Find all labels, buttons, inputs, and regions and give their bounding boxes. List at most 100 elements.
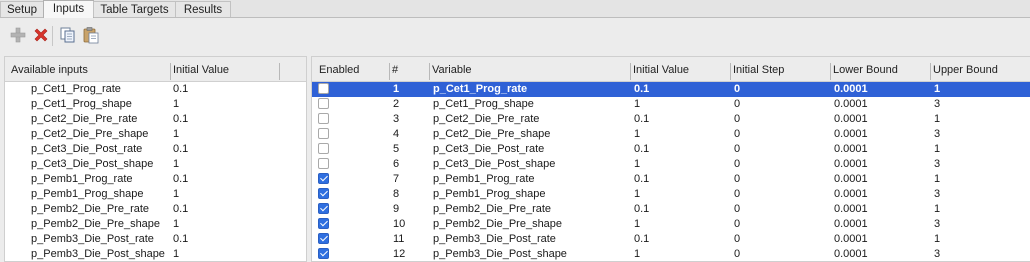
table-row[interactable]: 6 p_Cet3_Die_Post_shape 1 0 0.0001 3 — [312, 157, 1030, 172]
header-lower-bound[interactable]: Lower Bound — [830, 63, 931, 80]
input-initial-value: 1 — [173, 158, 180, 170]
lower-bound: 0.0001 — [834, 188, 868, 200]
table-row[interactable]: p_Cet2_Die_Pre_shape 1 — [5, 127, 306, 142]
table-row[interactable]: 4 p_Cet2_Die_Pre_shape 1 0 0.0001 3 — [312, 127, 1030, 142]
tab-inputs[interactable]: Inputs — [43, 0, 94, 18]
table-row[interactable]: p_Pemb2_Die_Pre_rate 0.1 — [5, 202, 306, 217]
tab-table-targets[interactable]: Table Targets — [93, 1, 176, 17]
input-initial-value: 1 — [173, 188, 180, 200]
variable-name: p_Pemb2_Die_Pre_shape — [433, 218, 563, 230]
initial-step: 0 — [734, 248, 741, 260]
variable-name: p_Cet3_Die_Post_shape — [433, 158, 556, 170]
row-number: 3 — [393, 113, 400, 125]
header-available-inputs[interactable]: Available inputs — [9, 63, 171, 80]
table-row[interactable]: 10 p_Pemb2_Die_Pre_shape 1 0 0.0001 3 — [312, 217, 1030, 232]
tab-results[interactable]: Results — [175, 1, 231, 17]
initial-step: 0 — [734, 218, 741, 230]
header-upper-bound[interactable]: Upper Bound — [930, 63, 1030, 80]
header-initial-step[interactable]: Initial Step — [730, 63, 831, 80]
lower-bound: 0.0001 — [834, 158, 868, 170]
variable-name: p_Pemb1_Prog_rate — [433, 173, 535, 185]
lower-bound: 0.0001 — [834, 248, 868, 260]
initial-value: 0.1 — [634, 113, 650, 125]
row-number: 6 — [393, 158, 400, 170]
initial-step: 0 — [734, 143, 741, 155]
enabled-checkbox[interactable] — [318, 98, 329, 109]
lower-bound: 0.0001 — [834, 113, 868, 125]
upper-bound: 3 — [934, 188, 941, 200]
input-initial-value: 0.1 — [173, 113, 189, 125]
table-row[interactable]: 2 p_Cet1_Prog_shape 1 0 0.0001 3 — [312, 97, 1030, 112]
initial-value: 0.1 — [634, 83, 650, 95]
row-number: 7 — [393, 173, 400, 185]
variable-name: p_Cet2_Die_Pre_shape — [433, 128, 551, 140]
lower-bound: 0.0001 — [834, 218, 868, 230]
initial-value: 0.1 — [634, 233, 650, 245]
table-row[interactable]: p_Pemb1_Prog_rate 0.1 — [5, 172, 306, 187]
lower-bound: 0.0001 — [834, 233, 868, 245]
table-row[interactable]: p_Cet1_Prog_rate 0.1 — [5, 82, 306, 97]
table-row[interactable]: p_Pemb3_Die_Post_shape 1 — [5, 247, 306, 261]
paste-icon[interactable] — [82, 26, 100, 44]
enabled-checkbox[interactable] — [318, 233, 329, 244]
enabled-checkbox[interactable] — [318, 203, 329, 214]
table-row[interactable]: p_Pemb1_Prog_shape 1 — [5, 187, 306, 202]
initial-value: 1 — [634, 248, 641, 260]
input-name: p_Pemb2_Die_Pre_rate — [31, 203, 150, 215]
initial-value: 0.1 — [634, 203, 650, 215]
table-row[interactable]: 3 p_Cet2_Die_Pre_rate 0.1 0 0.0001 1 — [312, 112, 1030, 127]
enabled-checkbox[interactable] — [318, 218, 329, 229]
enabled-checkbox[interactable] — [318, 113, 329, 124]
initial-step: 0 — [734, 203, 741, 215]
table-row[interactable]: 1 p_Cet1_Prog_rate 0.1 0 0.0001 1 — [312, 82, 1030, 97]
enabled-checkbox[interactable] — [318, 248, 329, 259]
enabled-checkbox[interactable] — [318, 128, 329, 139]
input-name: p_Pemb1_Prog_shape — [31, 188, 144, 200]
input-name: p_Pemb3_Die_Post_rate — [31, 233, 154, 245]
input-initial-value: 1 — [173, 248, 180, 260]
input-name: p_Pemb3_Die_Post_shape — [31, 248, 165, 260]
enabled-checkbox[interactable] — [318, 83, 329, 94]
tab-setup[interactable]: Setup — [0, 1, 44, 17]
delete-icon[interactable] — [32, 26, 50, 44]
copy-icon[interactable] — [59, 26, 77, 44]
upper-bound: 1 — [934, 113, 941, 125]
initial-step: 0 — [734, 83, 741, 95]
header-initial-value[interactable]: Initial Value — [170, 63, 280, 80]
table-row[interactable]: p_Cet1_Prog_shape 1 — [5, 97, 306, 112]
row-number: 1 — [393, 83, 400, 95]
upper-bound: 3 — [934, 128, 941, 140]
input-name: p_Cet3_Die_Post_shape — [31, 158, 154, 170]
table-row[interactable]: 12 p_Pemb3_Die_Post_shape 1 0 0.0001 3 — [312, 247, 1030, 261]
available-inputs-table: Available inputs Initial Value p_Cet1_Pr… — [4, 56, 307, 262]
table-row[interactable]: 5 p_Cet3_Die_Post_rate 0.1 0 0.0001 1 — [312, 142, 1030, 157]
table-row[interactable]: 9 p_Pemb2_Die_Pre_rate 0.1 0 0.0001 1 — [312, 202, 1030, 217]
table-row[interactable]: p_Pemb3_Die_Post_rate 0.1 — [5, 232, 306, 247]
enabled-checkbox[interactable] — [318, 188, 329, 199]
enabled-checkbox[interactable] — [318, 143, 329, 154]
initial-step: 0 — [734, 128, 741, 140]
initial-step: 0 — [734, 113, 741, 125]
header-enabled[interactable]: Enabled — [317, 63, 390, 80]
table-row[interactable]: 11 p_Pemb3_Die_Post_rate 0.1 0 0.0001 1 — [312, 232, 1030, 247]
table-row[interactable]: 7 p_Pemb1_Prog_rate 0.1 0 0.0001 1 — [312, 172, 1030, 187]
initial-value: 1 — [634, 158, 641, 170]
table-row[interactable]: p_Cet2_Die_Pre_rate 0.1 — [5, 112, 306, 127]
header-initial-value[interactable]: Initial Value — [630, 63, 731, 80]
input-initial-value: 0.1 — [173, 143, 189, 155]
add-icon[interactable] — [9, 26, 27, 44]
header-number[interactable]: # — [389, 63, 430, 80]
enabled-checkbox[interactable] — [318, 173, 329, 184]
table-row[interactable]: p_Pemb2_Die_Pre_shape 1 — [5, 217, 306, 232]
initial-value: 0.1 — [634, 143, 650, 155]
table-row[interactable]: 8 p_Pemb1_Prog_shape 1 0 0.0001 3 — [312, 187, 1030, 202]
lower-bound: 0.0001 — [834, 173, 868, 185]
initial-value: 0.1 — [634, 173, 650, 185]
enabled-checkbox[interactable] — [318, 158, 329, 169]
initial-value: 1 — [634, 98, 641, 110]
input-initial-value: 0.1 — [173, 83, 189, 95]
table-row[interactable]: p_Cet3_Die_Post_rate 0.1 — [5, 142, 306, 157]
header-variable[interactable]: Variable — [429, 63, 631, 80]
table-row[interactable]: p_Cet3_Die_Post_shape 1 — [5, 157, 306, 172]
variable-name: p_Pemb2_Die_Pre_rate — [433, 203, 552, 215]
